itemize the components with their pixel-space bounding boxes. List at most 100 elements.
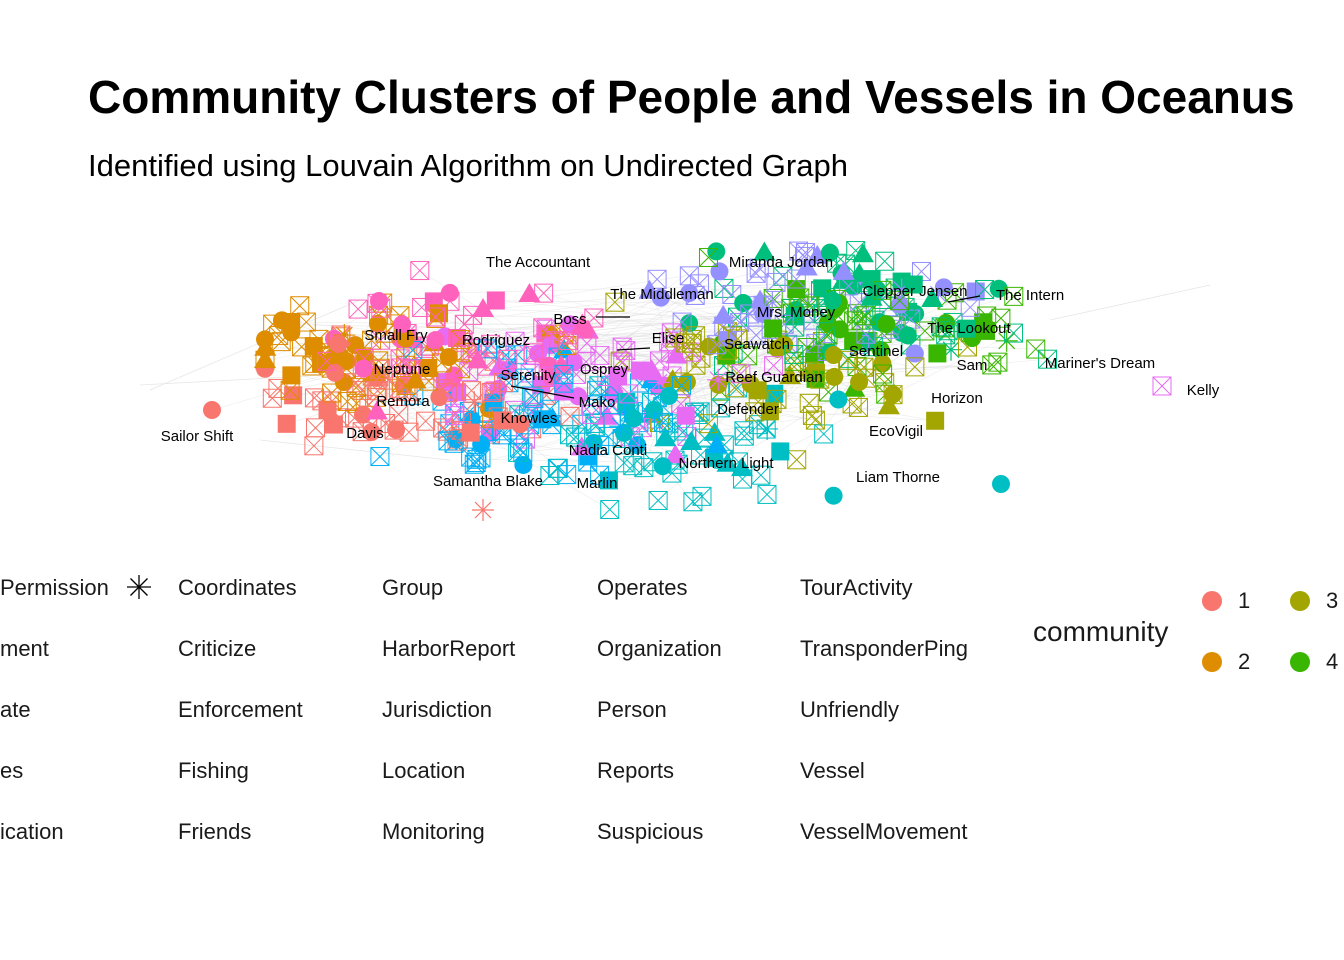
node-label: Davis xyxy=(346,425,384,442)
network-node xyxy=(1152,376,1172,396)
type-legend-label: TourActivity xyxy=(800,575,913,600)
node-label: Neptune xyxy=(374,361,431,378)
network-node xyxy=(877,315,896,334)
type-legend-label: ment xyxy=(0,636,49,661)
network-node xyxy=(354,359,373,378)
network-node xyxy=(486,291,505,310)
nodes-layer xyxy=(203,241,1172,521)
network-node xyxy=(472,499,494,521)
network-node xyxy=(875,251,895,271)
node-label: Horizon xyxy=(931,390,983,407)
asterisk-icon xyxy=(127,575,151,599)
network-edge xyxy=(259,439,451,461)
node-label: Samantha Blake xyxy=(433,473,543,490)
type-legend-label: HarborReport xyxy=(382,636,516,661)
type-legend-label: Location xyxy=(382,758,466,783)
type-legend-label: ate xyxy=(0,697,31,722)
network-node xyxy=(609,415,632,438)
community-legend-swatch xyxy=(1202,591,1222,611)
network-node xyxy=(829,390,848,409)
node-label: Elise xyxy=(652,330,685,347)
network-graph: The Accountant Miranda Jordan The Middlema… xyxy=(139,241,1220,521)
network-node xyxy=(824,486,843,505)
network-node xyxy=(461,423,480,442)
node-label: Seawatch xyxy=(724,336,790,353)
node-label: Osprey xyxy=(580,361,629,378)
type-legend-label: Permission xyxy=(0,575,109,600)
node-label: Mako xyxy=(579,394,616,411)
type-legend-label: Jurisdiction xyxy=(382,697,493,722)
community-legend-label: 3 xyxy=(1326,588,1339,613)
node-label: Nadia Conti xyxy=(569,442,647,459)
network-node xyxy=(387,420,406,439)
network-node xyxy=(710,262,729,281)
network-node xyxy=(540,466,560,486)
network-node xyxy=(369,292,388,311)
node-label: Serenity xyxy=(500,367,556,384)
network-node xyxy=(898,326,917,345)
network-node xyxy=(734,293,753,312)
network-node xyxy=(306,418,326,438)
node-label: Liam Thorne xyxy=(856,469,940,486)
network-node xyxy=(676,406,695,425)
type-legend-label: Group xyxy=(382,575,444,600)
community-legend-label: 4 xyxy=(1326,649,1339,674)
node-label: The Accountant xyxy=(486,254,591,271)
node-label: Kelly xyxy=(1187,382,1220,399)
network-node xyxy=(764,319,783,338)
node-label: Miranda Jordan xyxy=(729,254,833,271)
type-legend-label: Criticize xyxy=(178,636,257,661)
network-node xyxy=(410,261,430,281)
community-legend-swatch xyxy=(1202,652,1222,672)
network-node xyxy=(630,361,649,380)
node-label: Small Fry xyxy=(364,327,428,344)
network-node xyxy=(660,386,679,405)
network-node xyxy=(992,475,1010,493)
network-node xyxy=(926,411,945,430)
node-label: Mariner's Dream xyxy=(1045,355,1155,372)
network-node xyxy=(799,393,819,413)
node-label: The Intern xyxy=(996,287,1064,304)
community-legend: community 1 2 3 4 xyxy=(1030,580,1344,690)
network-node xyxy=(850,372,869,391)
network-node xyxy=(824,346,843,365)
community-legend-label: 2 xyxy=(1238,649,1251,674)
network-node xyxy=(679,266,699,286)
node-label: Sam xyxy=(957,357,988,374)
network-node xyxy=(439,348,458,367)
node-label: Clepper Jensen xyxy=(862,283,967,300)
network-node xyxy=(348,299,368,319)
network-edge xyxy=(769,393,886,412)
node-label: Reef Guardian xyxy=(725,369,823,386)
type-legend-label: Fishing xyxy=(178,758,249,783)
type-legend-label: Vessel xyxy=(800,758,865,783)
network-node xyxy=(757,484,777,504)
node-label: Marlin xyxy=(577,475,618,492)
network-node xyxy=(548,458,568,478)
network-node xyxy=(600,500,620,520)
type-legend-label: VesselMovement xyxy=(800,819,968,844)
type-legend-label: ication xyxy=(0,819,64,844)
network-node xyxy=(848,397,868,417)
network-node xyxy=(707,242,726,261)
type-legend-label: Friends xyxy=(178,819,252,844)
node-label: Rodriguez xyxy=(462,332,530,349)
network-node xyxy=(277,414,296,433)
type-legend-label: es xyxy=(0,758,24,783)
network-node xyxy=(771,442,790,461)
type-legend-label: Unfriendly xyxy=(800,697,900,722)
network-node xyxy=(370,447,390,467)
node-label: Sentinel xyxy=(849,343,903,360)
network-node xyxy=(787,450,807,470)
network-node xyxy=(560,406,580,426)
network-node xyxy=(928,344,947,363)
node-label: EcoVigil xyxy=(869,423,923,440)
network-node xyxy=(262,388,282,408)
type-legend: Permission ment ate es ication Coordinates Cri… xyxy=(0,570,1010,870)
community-legend-swatch xyxy=(1290,591,1310,611)
node-label: The Middleman xyxy=(610,286,713,303)
network-node xyxy=(329,335,348,354)
network-node xyxy=(440,283,459,302)
node-label: Northern Light xyxy=(678,455,774,472)
type-legend-label: Coordinates xyxy=(178,575,297,600)
